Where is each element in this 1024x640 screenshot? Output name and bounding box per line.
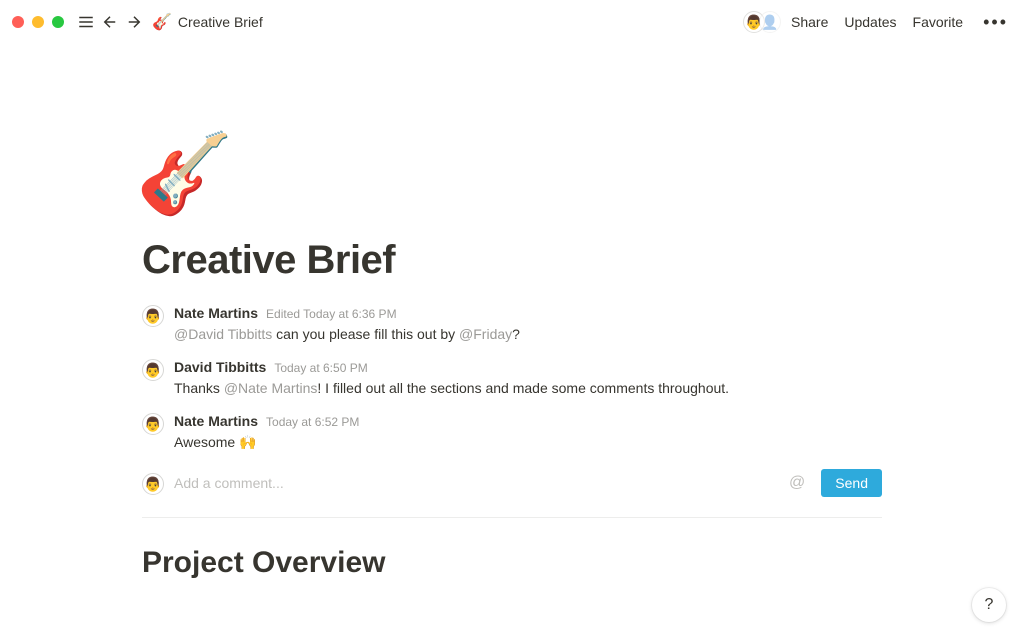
comment-input[interactable] xyxy=(174,475,773,491)
favorite-button[interactable]: Favorite xyxy=(913,14,964,30)
window-traffic-lights xyxy=(12,16,64,28)
menu-icon[interactable] xyxy=(74,10,98,34)
text-span: Thanks xyxy=(174,380,224,396)
comment-author: Nate Martins xyxy=(174,411,258,432)
avatar: 👨 xyxy=(142,359,164,381)
comment[interactable]: 👨David TibbittsToday at 6:50 PMThanks @N… xyxy=(142,351,882,405)
mention[interactable]: @David Tibbitts xyxy=(174,326,272,342)
more-menu-icon[interactable]: ••• xyxy=(979,12,1012,33)
help-button[interactable]: ? xyxy=(972,588,1006,622)
section-heading[interactable]: Project Overview xyxy=(142,546,882,580)
close-window-button[interactable] xyxy=(12,16,24,28)
mention-button[interactable]: @ xyxy=(783,474,811,492)
comment-timestamp: Edited Today at 6:36 PM xyxy=(266,305,397,323)
comment-text: Awesome 🙌 xyxy=(174,432,882,453)
send-button[interactable]: Send xyxy=(821,469,882,497)
mention[interactable]: @Nate Martins xyxy=(224,380,318,396)
page-icon[interactable]: 🎸 xyxy=(136,134,233,212)
forward-button[interactable] xyxy=(122,10,146,34)
top-actions: Share Updates Favorite ••• xyxy=(791,12,1012,33)
comment-author: David Tibbitts xyxy=(174,357,266,378)
comment-composer: 👨 @ Send xyxy=(142,459,882,511)
page-content: 🎸 Creative Brief 👨Nate MartinsEdited Tod… xyxy=(142,44,882,580)
comment-author: Nate Martins xyxy=(174,303,258,324)
text-span: can you please fill this out by xyxy=(272,326,459,342)
topbar: 🎸 Creative Brief 👨 👤 Share Updates Favor… xyxy=(0,0,1024,44)
comment-text: Thanks @Nate Martins! I filled out all t… xyxy=(174,378,882,399)
breadcrumb-icon: 🎸 xyxy=(152,12,172,32)
avatar: 👨 xyxy=(142,305,164,327)
updates-button[interactable]: Updates xyxy=(844,14,896,30)
comment-timestamp: Today at 6:52 PM xyxy=(266,413,359,431)
comment-body: David TibbittsToday at 6:50 PMThanks @Na… xyxy=(174,357,882,399)
avatar: 👨 xyxy=(142,413,164,435)
comment-text: @David Tibbitts can you please fill this… xyxy=(174,324,882,345)
breadcrumb[interactable]: 🎸 Creative Brief xyxy=(152,12,263,32)
composer-avatar: 👨 xyxy=(142,473,164,495)
comments-section: 👨Nate MartinsEdited Today at 6:36 PM@Dav… xyxy=(142,297,882,518)
comment-timestamp: Today at 6:50 PM xyxy=(274,359,367,377)
mention[interactable]: @Friday xyxy=(459,326,512,342)
back-button[interactable] xyxy=(98,10,122,34)
presence-avatars[interactable]: 👨 👤 xyxy=(743,11,781,33)
comment-body: Nate Martins Today at 6:52 PM Awesome 🙌 xyxy=(174,411,882,453)
text-span: Awesome 🙌 xyxy=(174,434,257,450)
minimize-window-button[interactable] xyxy=(32,16,44,28)
page-title[interactable]: Creative Brief xyxy=(142,238,882,283)
comment[interactable]: 👨Nate MartinsEdited Today at 6:36 PM@Dav… xyxy=(142,297,882,351)
breadcrumb-title: Creative Brief xyxy=(178,14,263,30)
comment-body: Nate MartinsEdited Today at 6:36 PM@Davi… xyxy=(174,303,882,345)
maximize-window-button[interactable] xyxy=(52,16,64,28)
text-span: ? xyxy=(512,326,520,342)
presence-avatar: 👤 xyxy=(759,11,781,33)
share-button[interactable]: Share xyxy=(791,14,828,30)
comment[interactable]: 👨 Nate Martins Today at 6:52 PM Awesome 🙌 xyxy=(142,405,882,459)
text-span: ! I filled out all the sections and made… xyxy=(317,380,729,396)
